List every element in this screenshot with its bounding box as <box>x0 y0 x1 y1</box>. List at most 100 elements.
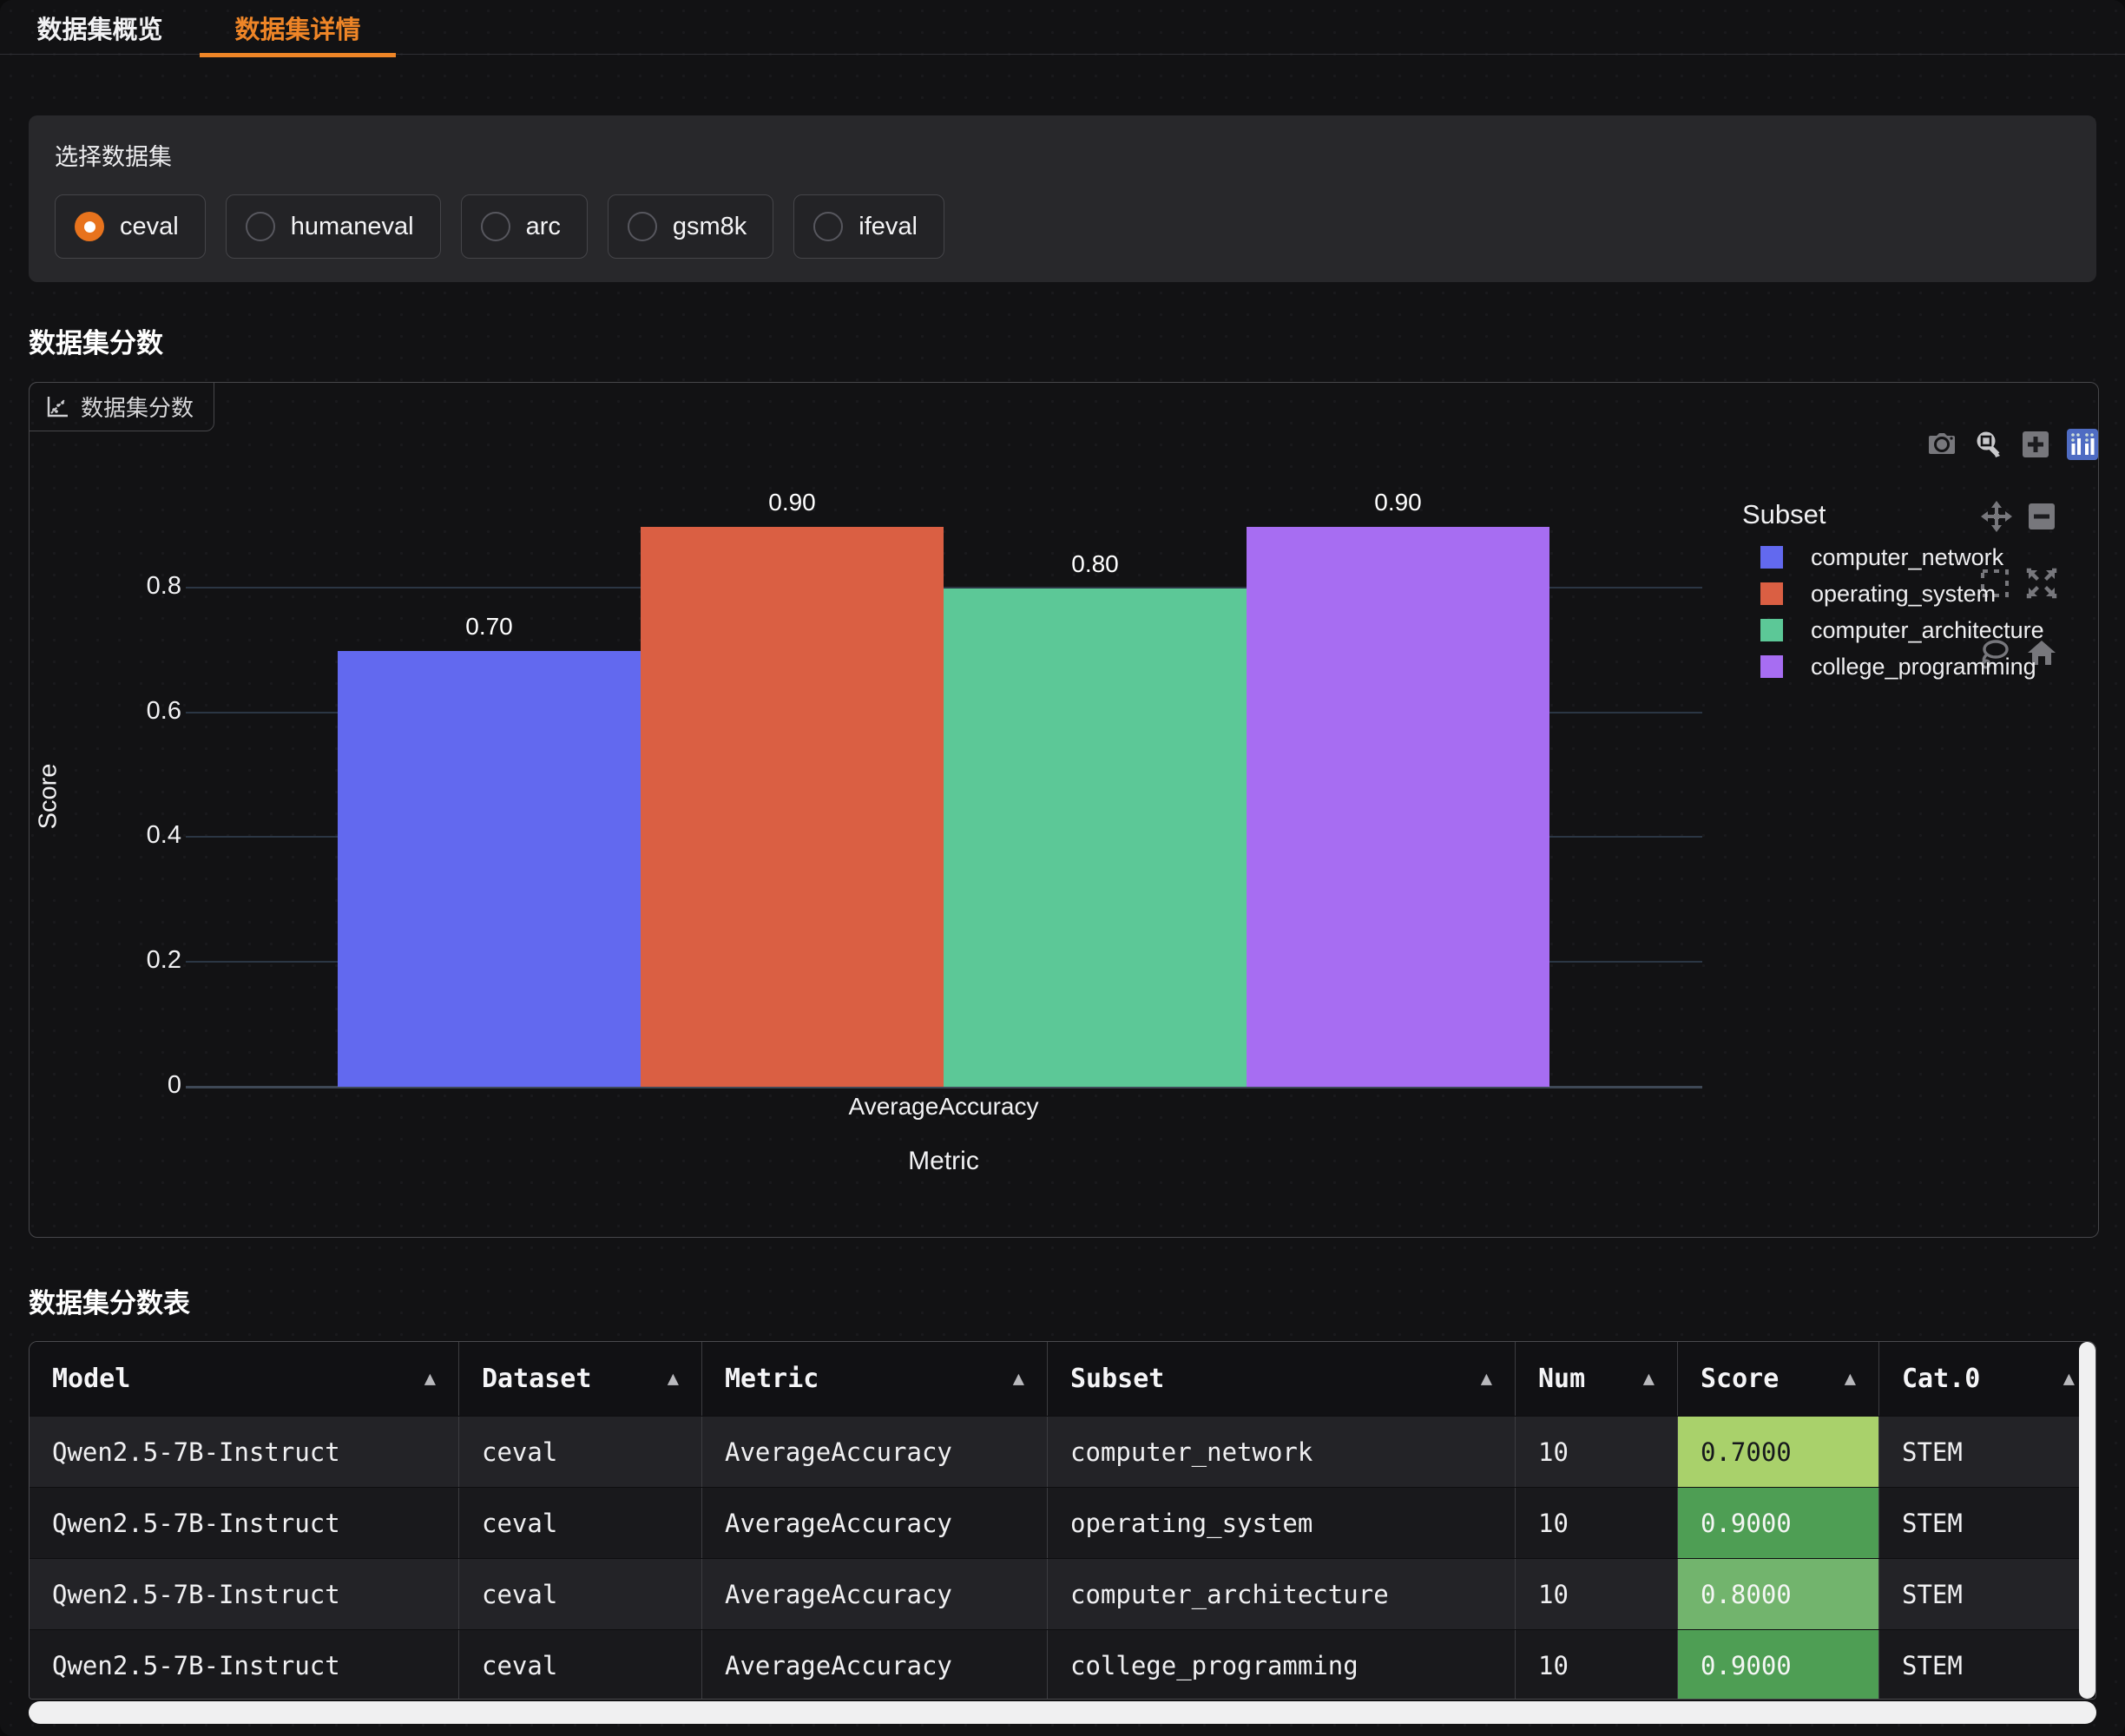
bar-value-label: 0.90 <box>1247 489 1549 516</box>
radio-unselected-icon <box>628 212 657 241</box>
column-header-label: Score <box>1701 1364 1779 1394</box>
sort-arrow-icon[interactable]: ▲ <box>424 1368 436 1390</box>
plotly-logo-icon[interactable] <box>2066 428 2099 461</box>
y-tick-label: 0.2 <box>77 946 181 975</box>
legend-swatch-computer-network[interactable] <box>1760 546 1783 569</box>
cell-model: Qwen2.5-7B-Instruct <box>30 1488 459 1558</box>
table-section-heading: 数据集分数表 <box>29 1281 190 1320</box>
column-header-cat0[interactable]: Cat.0▲ <box>1879 1342 2096 1416</box>
legend-label-computer-architecture[interactable]: computer_architecture <box>1811 617 2044 644</box>
chart-panel: 数据集分数 <box>29 382 2099 1238</box>
bar-operating-system[interactable] <box>641 527 944 1087</box>
radio-option-arc[interactable]: arc <box>461 194 588 259</box>
dataset-selector-panel: 选择数据集 ceval humaneval arc gsm8k ifeval <box>29 115 2096 282</box>
bar-value-label: 0.90 <box>641 489 944 516</box>
score-table: Model ▲ Dataset ▲ Metric ▲ Subset ▲ Num▲ Sco… <box>29 1341 2096 1700</box>
sort-arrow-icon[interactable]: ▲ <box>2063 1368 2075 1390</box>
bar-college-programming[interactable] <box>1247 527 1549 1087</box>
radio-option-label: ceval <box>120 213 179 241</box>
column-header-dataset[interactable]: Dataset ▲ <box>459 1342 702 1416</box>
column-header-label: Model <box>52 1364 130 1394</box>
cell-dataset: ceval <box>459 1630 702 1700</box>
autoscale-icon[interactable] <box>2025 567 2058 600</box>
y-tick-label: 0.6 <box>77 697 181 726</box>
column-header-model[interactable]: Model ▲ <box>30 1342 459 1416</box>
cell-subset: operating_system <box>1048 1488 1516 1558</box>
cell-score: 0.7000 <box>1678 1417 1879 1487</box>
table-row[interactable]: Qwen2.5-7B-Instruct ceval AverageAccurac… <box>30 1487 2095 1558</box>
camera-icon[interactable] <box>1925 428 1958 461</box>
radio-option-label: gsm8k <box>673 213 747 241</box>
radio-option-label: humaneval <box>291 213 414 241</box>
sort-arrow-icon[interactable]: ▲ <box>668 1368 679 1390</box>
y-axis-title: Score <box>35 667 63 927</box>
table-row[interactable]: Qwen2.5-7B-Instruct ceval AverageAccurac… <box>30 1629 2095 1700</box>
table-vertical-scrollbar[interactable] <box>2079 1342 2095 1699</box>
column-header-num[interactable]: Num▲ <box>1516 1342 1678 1416</box>
radio-option-ceval[interactable]: ceval <box>55 194 206 259</box>
chart-section-heading: 数据集分数 <box>29 321 163 360</box>
cell-score: 0.8000 <box>1678 1559 1879 1629</box>
tab-bar: 数据集概览 数据集详情 <box>0 0 2125 55</box>
cell-dataset: ceval <box>459 1417 702 1487</box>
cell-subset: college_programming <box>1048 1630 1516 1700</box>
scatter-plot-icon <box>45 395 69 419</box>
cell-metric: AverageAccuracy <box>702 1488 1048 1558</box>
column-header-label: Dataset <box>482 1364 591 1394</box>
cell-cat0: STEM <box>1879 1559 2096 1629</box>
radio-option-label: arc <box>526 213 561 241</box>
cell-num: 10 <box>1516 1488 1678 1558</box>
column-header-label: Metric <box>725 1364 819 1394</box>
plot-label-text: 数据集分数 <box>81 391 194 423</box>
column-header-subset[interactable]: Subset ▲ <box>1048 1342 1516 1416</box>
zoom-icon[interactable] <box>1972 428 2005 461</box>
legend-label-operating-system[interactable]: operating_system <box>1811 581 1996 608</box>
dataset-radio-group: ceval humaneval arc gsm8k ifeval <box>55 194 2070 259</box>
cell-metric: AverageAccuracy <box>702 1630 1048 1700</box>
sort-arrow-icon[interactable]: ▲ <box>1643 1368 1655 1390</box>
cell-score: 0.9000 <box>1678 1630 1879 1700</box>
sort-arrow-icon[interactable]: ▲ <box>1845 1368 1856 1390</box>
table-horizontal-scrollbar[interactable] <box>29 1701 2096 1724</box>
cell-subset: computer_network <box>1048 1417 1516 1487</box>
table-row[interactable]: Qwen2.5-7B-Instruct ceval AverageAccurac… <box>30 1558 2095 1629</box>
y-tick-label: 0 <box>77 1071 181 1100</box>
column-header-label: Subset <box>1070 1364 1164 1394</box>
cell-model: Qwen2.5-7B-Instruct <box>30 1630 459 1700</box>
bar-value-label: 0.70 <box>338 613 641 641</box>
bar-computer-network[interactable] <box>338 651 641 1087</box>
sort-arrow-icon[interactable]: ▲ <box>1481 1368 1492 1390</box>
legend-swatch-college-programming[interactable] <box>1760 655 1783 678</box>
app-root: 数据集概览 数据集详情 选择数据集 ceval humaneval arc gs… <box>0 0 2125 1736</box>
column-header-metric[interactable]: Metric ▲ <box>702 1342 1048 1416</box>
bar-computer-architecture[interactable] <box>944 589 1247 1087</box>
column-header-score[interactable]: Score ▲ <box>1678 1342 1879 1416</box>
cell-cat0: STEM <box>1879 1488 2096 1558</box>
cell-model: Qwen2.5-7B-Instruct <box>30 1559 459 1629</box>
sort-arrow-icon[interactable]: ▲ <box>1013 1368 1024 1390</box>
legend-title: Subset <box>1742 499 1826 530</box>
cell-num: 10 <box>1516 1559 1678 1629</box>
radio-option-ifeval[interactable]: ifeval <box>793 194 944 259</box>
table-row[interactable]: Qwen2.5-7B-Instruct ceval AverageAccurac… <box>30 1416 2095 1487</box>
cell-subset: computer_architecture <box>1048 1559 1516 1629</box>
zoom-in-icon[interactable] <box>2019 428 2052 461</box>
tab-dataset-overview[interactable]: 数据集概览 <box>30 0 169 55</box>
legend-swatch-operating-system[interactable] <box>1760 582 1783 605</box>
legend-label-college-programming[interactable]: college_programming <box>1811 654 2036 681</box>
radio-unselected-icon <box>481 212 510 241</box>
table-header-row: Model ▲ Dataset ▲ Metric ▲ Subset ▲ Num▲ Sco… <box>30 1342 2095 1416</box>
legend-label-computer-network[interactable]: computer_network <box>1811 544 2003 571</box>
tab-dataset-details[interactable]: 数据集详情 <box>200 0 396 55</box>
zoom-out-icon[interactable] <box>2025 500 2058 533</box>
plot-label: 数据集分数 <box>29 382 214 431</box>
radio-option-humaneval[interactable]: humaneval <box>226 194 441 259</box>
legend-swatch-computer-architecture[interactable] <box>1760 619 1783 641</box>
bar-value-label: 0.80 <box>944 550 1247 578</box>
cell-dataset: ceval <box>459 1559 702 1629</box>
radio-option-gsm8k[interactable]: gsm8k <box>608 194 773 259</box>
cell-dataset: ceval <box>459 1488 702 1558</box>
radio-unselected-icon <box>813 212 843 241</box>
pan-icon[interactable] <box>1980 500 2013 533</box>
x-axis-title: Metric <box>792 1147 1095 1176</box>
